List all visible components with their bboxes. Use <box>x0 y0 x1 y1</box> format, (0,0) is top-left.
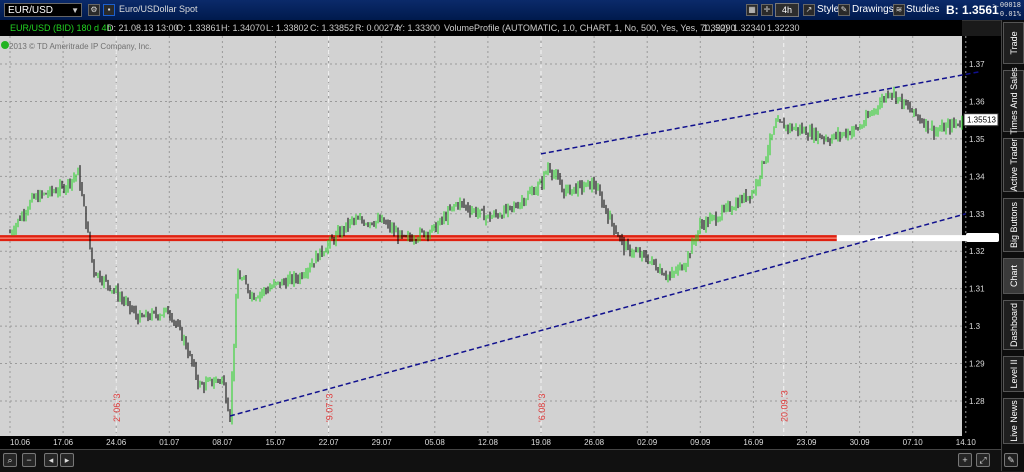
y-tick-label: 1.37 <box>969 60 985 69</box>
sidebar-tab-times-and-sales[interactable]: Times And Sales <box>1003 67 1024 135</box>
bar-open: O: 1.33861 <box>176 23 221 33</box>
crosshair-icon[interactable]: ✛ <box>761 4 773 16</box>
sidebar-tab-label: Times And Sales <box>1008 67 1019 135</box>
y-tick-label: 1.31 <box>969 285 985 294</box>
change-percent: -0.01% <box>995 10 1021 18</box>
sidebar-tab-live-news[interactable]: Live News <box>1003 398 1024 444</box>
sidebar-tab-active-trader[interactable]: Active Trader <box>1003 138 1024 192</box>
chart-info-bar: EUR/USD (BID) 180 d 4h D: 21.08.13 13:00… <box>0 20 962 36</box>
sidebar-tab-label: Dashboard <box>1008 302 1019 348</box>
x-tick-label: 08.07 <box>212 438 233 447</box>
studies-icon[interactable]: ≋ <box>893 4 905 16</box>
month-marker-label: '6.08.'3 <box>537 394 547 422</box>
zoom-out-icon[interactable]: − <box>22 453 36 467</box>
study-label: VolumeProfile (AUTOMATIC, 1.0, CHART, 1,… <box>444 23 729 33</box>
x-tick-label: 22.07 <box>319 438 340 447</box>
month-marker-label: '9.07.'3 <box>325 394 335 422</box>
drawing-tools-icon[interactable]: ✎ <box>1004 453 1018 467</box>
x-tick-label: 26.08 <box>584 438 605 447</box>
sidebar-tab-label: Active Trader <box>1008 138 1019 192</box>
pencil-icon[interactable]: ✎ <box>838 4 850 16</box>
chevron-down-icon: ▼ <box>71 6 79 15</box>
drawings-menu[interactable]: Drawings <box>852 3 894 17</box>
x-tick-label: 09.09 <box>690 438 711 447</box>
x-tick-label: 16.09 <box>743 438 764 447</box>
bar-rate: R: 0.00274 <box>355 23 400 33</box>
studies-menu[interactable]: Studies <box>906 3 939 17</box>
volume-profile-marker <box>966 233 999 242</box>
x-tick-label: 29.07 <box>372 438 393 447</box>
y-tick-label: 1.33 <box>969 210 985 219</box>
y-tick-label: 1.3 <box>969 322 981 331</box>
expand-icon[interactable]: ⤢ <box>976 453 990 467</box>
sidebar-tab-level-ii[interactable]: Level II <box>1003 356 1024 392</box>
magnifier-icon[interactable]: ⌕ <box>3 453 17 467</box>
symbol-settings-icon[interactable]: ⚙ <box>88 4 100 16</box>
bottom-toolbar: ⌕ − ◂ ▸ + ⤢ ✎ <box>0 449 1018 472</box>
x-tick-label: 01.07 <box>159 438 180 447</box>
x-tick-label: 24.06 <box>106 438 127 447</box>
y-tick-label: 1.32 <box>969 247 985 256</box>
scroll-right-icon[interactable]: ▸ <box>60 453 74 467</box>
resistance-line-extension[interactable] <box>836 235 986 242</box>
symbol-selector[interactable]: EUR/USD ▼ <box>4 3 82 17</box>
x-tick-label: 23.09 <box>796 438 817 447</box>
zoom-in-icon[interactable]: + <box>958 453 972 467</box>
bar-date: D: 21.08.13 13:00 <box>107 23 179 33</box>
sidebar-tab-trade[interactable]: Trade <box>1003 22 1024 64</box>
x-tick-label: 12.08 <box>478 438 499 447</box>
price-chart[interactable]: 2'.06.'3 '9.07.'3 '6.08.'3 20.09.'3 1.28 1.2… <box>0 36 1001 449</box>
chart-title: EUR/USD (BID) 180 d 4h <box>10 23 112 33</box>
study-value-1: 1.32290 <box>703 23 736 33</box>
study-badge-icon <box>1 41 9 49</box>
y-tick-label: 1.36 <box>969 97 985 106</box>
copyright-watermark: 2013 © TD Ameritrade IP Company, Inc. <box>9 42 151 51</box>
timeframe-selector[interactable]: 4h <box>775 3 799 17</box>
y-tick-label: 1.28 <box>969 397 985 406</box>
sidebar-tab-label: Chart <box>1008 264 1019 288</box>
x-tick-label: 17.06 <box>53 438 74 447</box>
sidebar-tab-dashboard[interactable]: Dashboard <box>1003 300 1024 350</box>
x-tick-label: 30.09 <box>850 438 871 447</box>
grid-layout-icon[interactable]: ▦ <box>746 4 758 16</box>
y-tick-label: 1.35 <box>969 135 985 144</box>
scroll-left-icon[interactable]: ◂ <box>44 453 58 467</box>
sidebar-tab-chart[interactable]: Chart <box>1003 258 1024 294</box>
bar-y: Y: 1.33300 <box>397 23 441 33</box>
x-tick-label: 05.08 <box>425 438 446 447</box>
bar-close: C: 1.33852 <box>310 23 355 33</box>
bar-low: L: 1.33802 <box>266 23 309 33</box>
timeframe-label: 4h <box>781 5 792 15</box>
style-icon[interactable]: ↗ <box>803 4 815 16</box>
x-tick-label: 14.10 <box>956 438 977 447</box>
x-tick-label: 19.08 <box>531 438 552 447</box>
change-value: -.00018 <box>991 1 1021 9</box>
x-tick-label: 02.09 <box>637 438 658 447</box>
last-price-label: 1.35513 <box>967 116 996 125</box>
sidebar-tab-label: Level II <box>1008 359 1019 389</box>
sidebar-tab-label: Trade <box>1008 31 1019 55</box>
right-sidebar: Trade Times And Sales Active Trader Big But… <box>1001 20 1024 471</box>
month-marker-label: 20.09.'3 <box>780 390 790 422</box>
sidebar-tab-big-buttons[interactable]: Big Buttons <box>1003 198 1024 252</box>
y-tick-label: 1.34 <box>969 172 985 181</box>
x-tick-label: 10.06 <box>10 438 31 447</box>
style-menu[interactable]: Style <box>817 3 839 17</box>
sidebar-tab-label: Live News <box>1008 400 1019 442</box>
bar-high: H: 1.34070 <box>221 23 266 33</box>
study-value-3: 1.32230 <box>767 23 800 33</box>
month-marker-label: 2'.06.'3 <box>112 394 122 422</box>
top-toolbar: EUR/USD ▼ ⚙ ▪ Euro/USDollar Spot ▦ ✛ 4h … <box>0 0 1024 21</box>
y-tick-label: 1.29 <box>969 360 985 369</box>
study-value-2: 1.32340 <box>733 23 766 33</box>
x-tick-label: 15.07 <box>265 438 286 447</box>
symbol-label: EUR/USD <box>8 5 54 16</box>
x-tick-label: 07.10 <box>903 438 924 447</box>
sidebar-tab-label: Big Buttons <box>1008 201 1019 249</box>
link-icon[interactable]: ▪ <box>103 4 115 16</box>
symbol-description: Euro/USDollar Spot <box>119 4 198 14</box>
